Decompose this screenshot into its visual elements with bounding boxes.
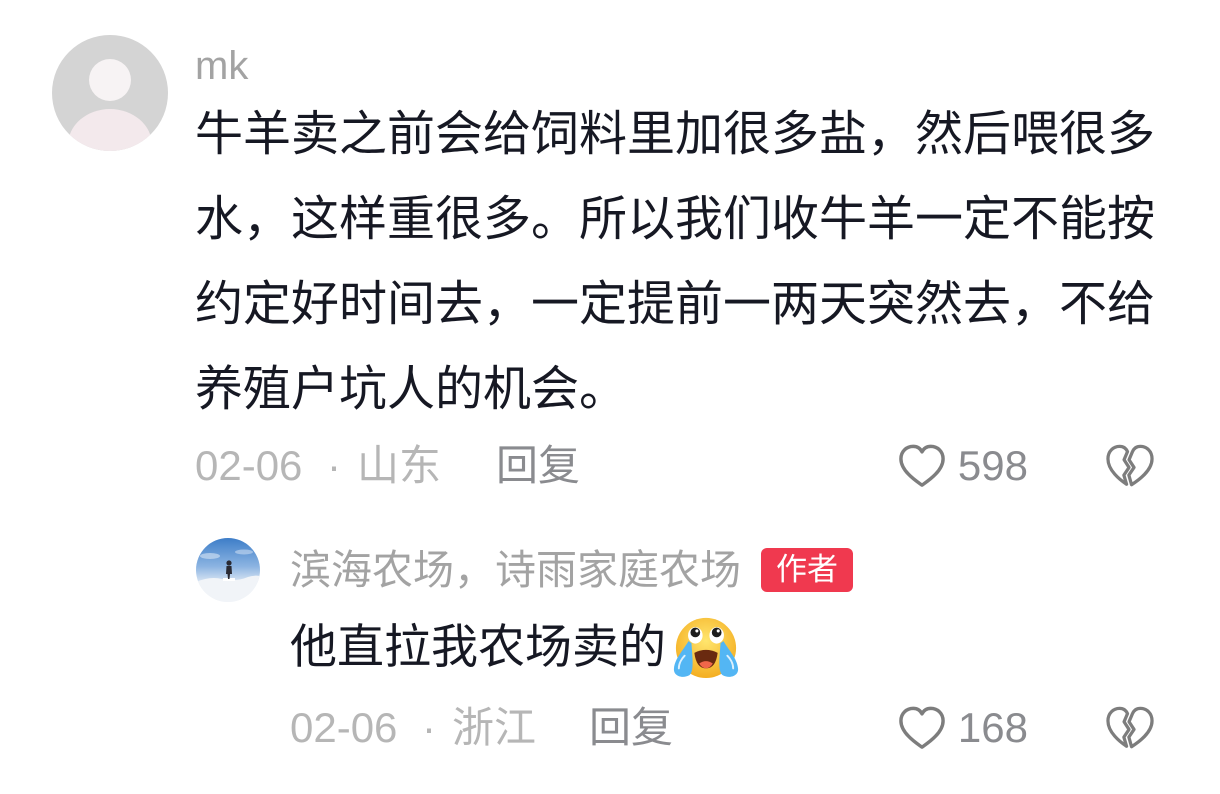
reply-avatar[interactable] (196, 538, 260, 602)
reply-header: 滨海农场，诗雨家庭农场 作者 (290, 548, 853, 592)
broken-heart-icon (1104, 443, 1156, 489)
comment-section: { "colors": { "background": "#ffffff", "… (0, 0, 1220, 794)
comment-meta-row: 02-06 · 山东 回复 598 (0, 442, 1220, 490)
reply-button[interactable]: 回复 (496, 442, 580, 490)
author-badge: 作者 (761, 548, 853, 592)
reply-content: 他直拉我农场卖的 (290, 612, 741, 682)
reply-location: 浙江 (452, 704, 537, 751)
reply-text: 他直拉我农场卖的 (290, 620, 666, 673)
dislike-button[interactable] (1104, 443, 1156, 489)
crying-emoji-icon (673, 617, 739, 679)
comment-username[interactable]: mk (195, 44, 248, 88)
reply-meta-row: 02-06 · 浙江 回复 168 (0, 704, 1220, 752)
like-count: 598 (957, 442, 1028, 489)
meta-separator: · (422, 704, 436, 751)
avatar-photo (196, 538, 260, 602)
meta-separator: · (327, 442, 341, 489)
reply-date: 02-06 (290, 704, 398, 751)
reply-username[interactable]: 滨海农场，诗雨家庭农场 (290, 548, 741, 592)
heart-outline-icon (896, 705, 948, 751)
like-button[interactable]: 598 (896, 442, 1028, 490)
default-user-avatar-icon (52, 35, 168, 151)
like-count: 168 (957, 704, 1028, 751)
comment-location: 山东 (357, 442, 442, 489)
comment-text: 牛羊卖之前会给饲料里加很多盐，然后喂很多水，这样重很多。所以我们收牛羊一定不能按… (195, 108, 1156, 416)
like-button[interactable]: 168 (896, 704, 1028, 752)
avatar[interactable] (52, 35, 168, 151)
comment-item: mk 牛羊卖之前会给饲料里加很多盐，然后喂很多水，这样重很多。所以我们收牛羊一定… (0, 0, 1220, 520)
broken-heart-icon (1104, 705, 1156, 751)
dislike-button[interactable] (1104, 705, 1156, 751)
comment-date: 02-06 (195, 442, 303, 489)
heart-outline-icon (896, 443, 948, 489)
reply-button[interactable]: 回复 (589, 704, 673, 752)
